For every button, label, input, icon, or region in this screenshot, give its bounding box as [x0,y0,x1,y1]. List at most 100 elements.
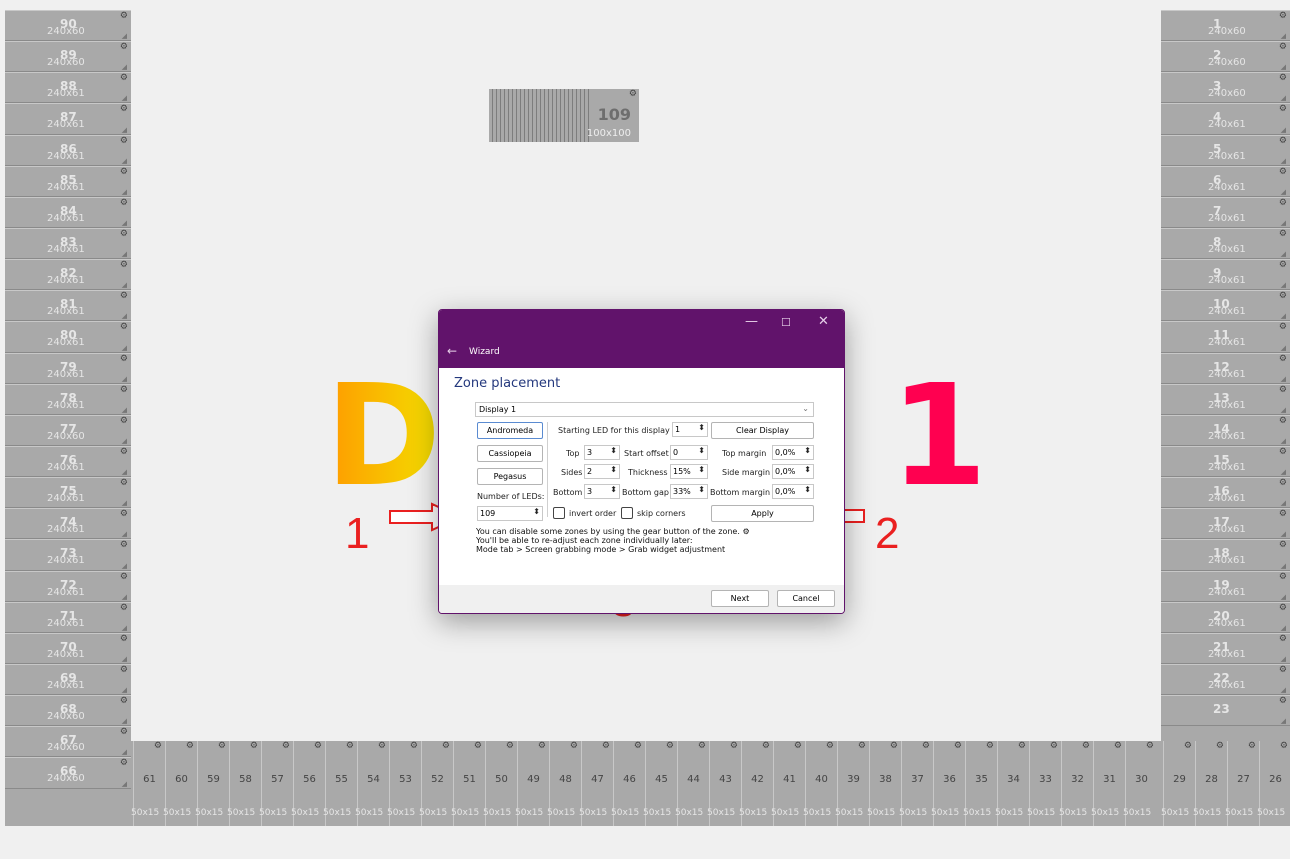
resize-grip-icon[interactable]: ◢ [1281,32,1286,40]
resize-grip-icon[interactable]: ◢ [1281,593,1286,601]
gear-icon[interactable]: ⚙ [120,167,128,177]
cancel-button[interactable]: Cancel [777,590,835,607]
led-zone[interactable]: ⚙ 56 50x15 [291,741,325,826]
spinner-arrows-icon[interactable]: ⬍ [533,507,540,516]
resize-grip-icon[interactable]: ◢ [1281,468,1286,476]
led-zone[interactable]: ⚙ 69 240x61 ◢ [5,664,131,696]
led-zone[interactable]: ⚙ 3 240x60 ◢ [1161,72,1290,104]
led-zone[interactable]: ⚙ 34 50x15 [995,741,1029,826]
led-zone[interactable]: ⚙ 21 240x61 ◢ [1161,632,1290,665]
spinner-arrows-icon[interactable]: ⬍ [698,485,705,494]
gear-icon[interactable]: ⚙ [120,478,128,488]
resize-grip-icon[interactable]: ◢ [122,655,127,663]
led-zone[interactable]: ⚙ 45 50x15 [643,741,677,826]
led-zone[interactable]: ⚙ 84 240x61 ◢ [5,196,131,228]
starting-led-input[interactable]: 1 ⬍ [672,422,708,437]
resize-grip-icon[interactable]: ◢ [122,94,127,102]
resize-grip-icon[interactable]: ◢ [122,32,127,40]
gear-icon[interactable]: ⚙ [120,136,128,146]
gear-icon[interactable]: ⚙ [120,696,128,706]
gear-icon[interactable]: ⚙ [218,741,226,751]
led-zone[interactable]: ⚙ 47 50x15 [579,741,613,826]
led-zone[interactable]: ⚙ 77 240x60 ◢ [5,414,131,447]
led-zone[interactable]: ⚙ 28 50x15 [1193,741,1227,826]
led-zone[interactable]: ⚙ 44 50x15 [675,741,709,826]
resize-grip-icon[interactable]: ◢ [1281,530,1286,538]
gear-icon[interactable]: ⚙ [154,741,162,751]
spinner-arrows-icon[interactable]: ⬍ [698,423,705,432]
gear-icon[interactable]: ⚙ [120,385,128,395]
skip-corners-checkbox[interactable] [621,507,633,519]
close-icon[interactable]: ✕ [818,314,829,329]
led-zone[interactable]: ⚙ 73 240x61 ◢ [5,539,131,571]
gear-icon[interactable]: ⚙ [666,741,674,751]
resize-grip-icon[interactable]: ◢ [122,375,127,383]
led-zone[interactable]: ⚙ 66 240x60 ◢ [5,757,131,789]
gear-icon[interactable]: ⚙ [922,741,930,751]
led-zone[interactable]: ⚙ 81 240x61 ◢ [5,290,131,322]
gear-icon[interactable]: ⚙ [1050,741,1058,751]
gear-icon[interactable]: ⚙ [120,229,128,239]
led-zone[interactable]: ⚙ 57 50x15 [259,741,293,826]
gear-icon[interactable]: ⚙ [442,741,450,751]
led-zone[interactable]: ⚙ 75 240x61 ◢ [5,477,131,509]
led-zone[interactable]: ⚙ 78 240x61 ◢ [5,383,131,415]
spinner-arrows-icon[interactable]: ⬍ [804,465,811,474]
gear-icon[interactable]: ⚙ [186,741,194,751]
start-offset-input[interactable]: 0 ⬍ [670,445,708,460]
led-zone[interactable]: ⚙ 68 240x60 ◢ [5,695,131,727]
led-zone[interactable]: ⚙ 5 240x61 ◢ [1161,134,1290,166]
resize-grip-icon[interactable]: ◢ [1281,281,1286,289]
gear-icon[interactable]: ⚙ [538,741,546,751]
resize-grip-icon[interactable]: ◢ [122,562,127,570]
zone-109-widget[interactable]: ⚙ 109 100x100 [489,89,639,142]
gear-icon[interactable]: ⚙ [1279,291,1287,301]
led-zone[interactable]: ⚙ 1 240x60 ◢ [1161,10,1290,42]
gear-icon[interactable]: ⚙ [570,741,578,751]
resize-grip-icon[interactable]: ◢ [1281,157,1286,165]
resize-grip-icon[interactable]: ◢ [122,126,127,134]
led-zone[interactable]: ⚙ 54 50x15 [355,741,389,826]
spinner-arrows-icon[interactable]: ⬍ [610,485,617,494]
led-zone[interactable]: ⚙ 76 240x61 ◢ [5,446,131,478]
led-zone[interactable]: ⚙ 10 240x61 ◢ [1161,290,1290,322]
gear-icon[interactable]: ⚙ [474,741,482,751]
gear-icon[interactable]: ⚙ [120,447,128,457]
gear-icon[interactable]: ⚙ [120,322,128,332]
resize-grip-icon[interactable]: ◢ [1281,437,1286,445]
led-zone[interactable]: ⚙ 59 50x15 [195,741,229,826]
led-zone[interactable]: ⚙ 43 50x15 [707,741,741,826]
top-margin-input[interactable]: 0,0% ⬍ [772,445,814,460]
led-zone[interactable]: ⚙ 39 50x15 [835,741,869,826]
led-zone[interactable]: ⚙ 17 240x61 ◢ [1161,508,1290,540]
gear-icon[interactable]: ⚙ [794,741,802,751]
spinner-arrows-icon[interactable]: ⬍ [804,485,811,494]
resize-grip-icon[interactable]: ◢ [1281,250,1286,258]
gear-icon[interactable]: ⚙ [1279,416,1287,426]
gear-icon[interactable]: ⚙ [1279,634,1287,644]
gear-icon[interactable]: ⚙ [1279,198,1287,208]
led-zone[interactable]: ⚙ 11 240x61 ◢ [1161,321,1290,353]
bottom-margin-input[interactable]: 0,0% ⬍ [772,484,814,499]
led-zone[interactable]: ⚙ 7 240x61 ◢ [1161,196,1290,228]
resize-grip-icon[interactable]: ◢ [122,530,127,538]
led-zone[interactable]: ⚙ 82 240x61 ◢ [5,259,131,291]
led-zone[interactable]: ⚙ 26 50x15 [1257,741,1290,826]
resize-grip-icon[interactable]: ◢ [122,312,127,320]
gear-icon[interactable]: ⚙ [1279,478,1287,488]
resize-grip-icon[interactable]: ◢ [122,593,127,601]
resize-grip-icon[interactable]: ◢ [122,281,127,289]
led-zone[interactable]: ⚙ 49 50x15 [515,741,549,826]
led-zone[interactable]: ⚙ 67 240x60 ◢ [5,726,131,758]
gear-icon[interactable]: ⚙ [410,741,418,751]
led-zone[interactable]: ⚙ 15 240x61 ◢ [1161,446,1290,478]
led-zone[interactable]: ⚙ 90 240x60 ◢ [5,10,131,42]
gear-icon[interactable]: ⚙ [1279,509,1287,519]
led-zone[interactable]: ⚙ 71 240x61 ◢ [5,601,131,633]
gear-icon[interactable]: ⚙ [1248,741,1256,751]
resize-grip-icon[interactable]: ◢ [122,437,127,445]
clear-display-button[interactable]: Clear Display [711,422,814,439]
top-input[interactable]: 3 ⬍ [584,445,620,460]
gear-icon[interactable]: ⚙ [120,540,128,550]
spinner-arrows-icon[interactable]: ⬍ [610,446,617,455]
